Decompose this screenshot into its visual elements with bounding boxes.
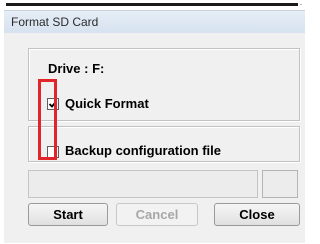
close-button[interactable]: Close <box>214 203 300 226</box>
cancel-button[interactable]: Cancel <box>116 203 198 226</box>
progress-bar <box>28 170 258 198</box>
backup-configuration-label[interactable]: Backup configuration file <box>65 143 221 158</box>
top-border-line <box>6 3 298 6</box>
top-dots: ·· <box>296 0 304 9</box>
drive-label: Drive : F: <box>48 61 105 76</box>
window-title: Format SD Card <box>11 15 99 29</box>
top-strip: ·· <box>0 0 309 10</box>
title-bar: Format SD Card <box>4 11 305 33</box>
quick-format-label[interactable]: Quick Format <box>65 96 149 111</box>
checkbox-highlight-box <box>38 79 57 160</box>
progress-percent-box <box>262 170 298 198</box>
format-sd-card-dialog: Format SD Card Drive : F: Quick Format B… <box>4 10 305 243</box>
start-button[interactable]: Start <box>28 203 108 226</box>
